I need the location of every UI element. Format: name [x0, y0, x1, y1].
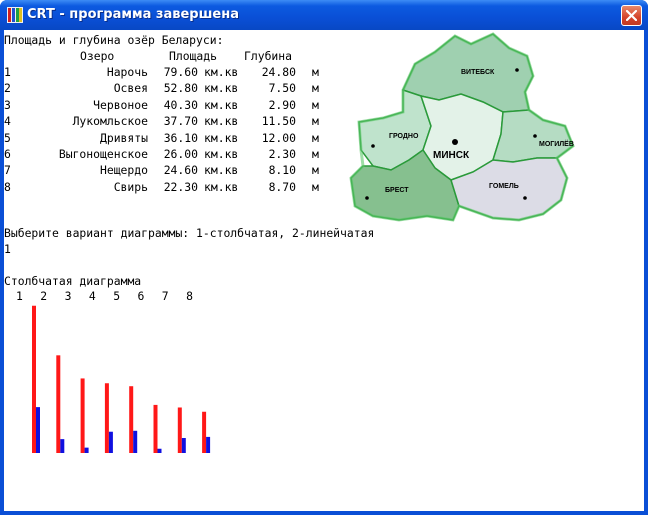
- row-index: 1: [4, 65, 11, 79]
- lake-name: Нарочь: [106, 65, 148, 79]
- area-unit: км.кв: [204, 114, 239, 129]
- bar-chart: 1 2 3 4 5 6 7 8: [16, 289, 211, 453]
- lake-area: 22.30: [163, 179, 198, 194]
- chart-category-label: 5: [113, 289, 120, 303]
- depth-unit: м: [312, 65, 319, 79]
- chart-category-label: 3: [65, 289, 72, 303]
- lake-name: Освея: [113, 81, 148, 96]
- lake-name: Червоное: [93, 97, 148, 112]
- area-bar: [32, 305, 36, 453]
- row-index: 3: [4, 97, 11, 112]
- depth-bar: [108, 431, 113, 453]
- lake-name: Свирь: [113, 179, 148, 194]
- area-unit: км.кв: [204, 65, 239, 79]
- console-area: Площадь и глубина озёр Беларуси: Озеро П…: [4, 30, 644, 511]
- map-label-minsk: МИНСК: [433, 150, 470, 161]
- lake-depth: 11.50: [261, 114, 296, 129]
- lake-name: Лукомльское: [72, 114, 148, 129]
- depth-bar: [60, 439, 65, 453]
- row-index: 8: [4, 179, 11, 194]
- area-bar: [56, 355, 61, 453]
- lake-area: 79.60: [163, 65, 198, 79]
- depth-unit: м: [312, 130, 319, 145]
- belarus-map: ВИТЕБСК ГРОДНО МИНСК МОГИЛЁВ БРЕСТ ГОМЕЛ…: [349, 32, 575, 222]
- lake-name: Нещердо: [99, 163, 148, 178]
- depth-bar: [36, 407, 40, 453]
- column-header-depth: Глубина: [244, 49, 293, 63]
- column-header-area: Площадь: [169, 49, 218, 63]
- area-bar: [177, 407, 182, 453]
- column-header-lake: Озеро: [80, 49, 115, 63]
- row-index: 4: [4, 114, 11, 129]
- area-bar: [129, 386, 134, 453]
- depth-bar: [157, 448, 162, 453]
- chart-type-prompt: Выберите вариант диаграммы: 1-столбчатая…: [4, 226, 375, 240]
- area-unit: км.кв: [204, 130, 239, 145]
- chart-category-label: 1: [16, 289, 23, 303]
- map-label-brest: БРЕСТ: [385, 187, 409, 194]
- lake-name: Дривяты: [99, 130, 148, 145]
- depth-bar: [84, 447, 89, 453]
- depth-bar: [181, 438, 186, 453]
- map-label-gomel: ГОМЕЛЬ: [489, 183, 519, 190]
- depth-unit: м: [312, 114, 319, 129]
- row-index: 7: [4, 163, 11, 178]
- lake-depth: 12.00: [261, 130, 296, 145]
- area-unit: км.кв: [204, 179, 239, 194]
- lake-depth: 7.50: [268, 81, 296, 96]
- area-unit: км.кв: [204, 97, 239, 112]
- row-index: 6: [4, 147, 11, 161]
- lake-area: 24.60: [163, 163, 198, 178]
- lake-depth: 24.80: [261, 65, 296, 79]
- depth-unit: м: [312, 97, 319, 112]
- lake-area: 37.70: [163, 114, 198, 129]
- lake-depth: 2.90: [268, 97, 296, 112]
- depth-unit: м: [312, 163, 319, 178]
- depth-bar: [133, 430, 138, 453]
- crt-window: CRT - программа завершена Площадь и глуб…: [0, 0, 648, 515]
- depth-unit: м: [312, 179, 319, 194]
- close-button[interactable]: [621, 5, 642, 26]
- chart-category-label: 8: [186, 289, 193, 303]
- chart-category-label: 2: [40, 289, 47, 303]
- chart-type-input[interactable]: 1: [4, 241, 11, 257]
- lake-depth: 8.70: [268, 179, 296, 194]
- depth-unit: м: [312, 147, 319, 161]
- crt-app-icon: [7, 7, 23, 23]
- window-title: CRT - программа завершена: [27, 7, 239, 22]
- map-label-vitebsk: ВИТЕБСК: [461, 69, 495, 76]
- depth-bar: [206, 436, 211, 453]
- area-unit: км.кв: [204, 163, 239, 178]
- close-icon: [626, 10, 637, 21]
- area-bar: [153, 404, 158, 453]
- lakes-heading: Площадь и глубина озёр Беларуси:: [4, 33, 224, 47]
- area-bar: [80, 378, 85, 453]
- title-bar[interactable]: CRT - программа завершена: [0, 0, 648, 30]
- lake-area: 40.30: [163, 97, 198, 112]
- depth-unit: м: [312, 81, 319, 96]
- chart-category-label: 4: [89, 289, 96, 303]
- area-unit: км.кв: [204, 147, 239, 161]
- lake-area: 36.10: [163, 130, 198, 145]
- lake-area: 26.00: [163, 147, 198, 161]
- lake-depth: 8.10: [268, 163, 296, 178]
- row-index: 2: [4, 81, 11, 96]
- area-bar: [104, 383, 109, 453]
- area-unit: км.кв: [204, 81, 239, 96]
- chart-category-label: 7: [162, 289, 169, 303]
- chart-category-label: 6: [138, 289, 145, 303]
- chart-heading: Столбчатая диаграмма: [4, 274, 142, 288]
- lake-depth: 2.30: [268, 147, 296, 161]
- area-bar: [202, 411, 207, 453]
- lake-name: Выгонощенское: [58, 147, 148, 161]
- map-label-mogilev: МОГИЛЁВ: [539, 140, 574, 148]
- map-label-grodno: ГРОДНО: [389, 133, 419, 140]
- lake-area: 52.80: [163, 81, 198, 96]
- row-index: 5: [4, 130, 11, 145]
